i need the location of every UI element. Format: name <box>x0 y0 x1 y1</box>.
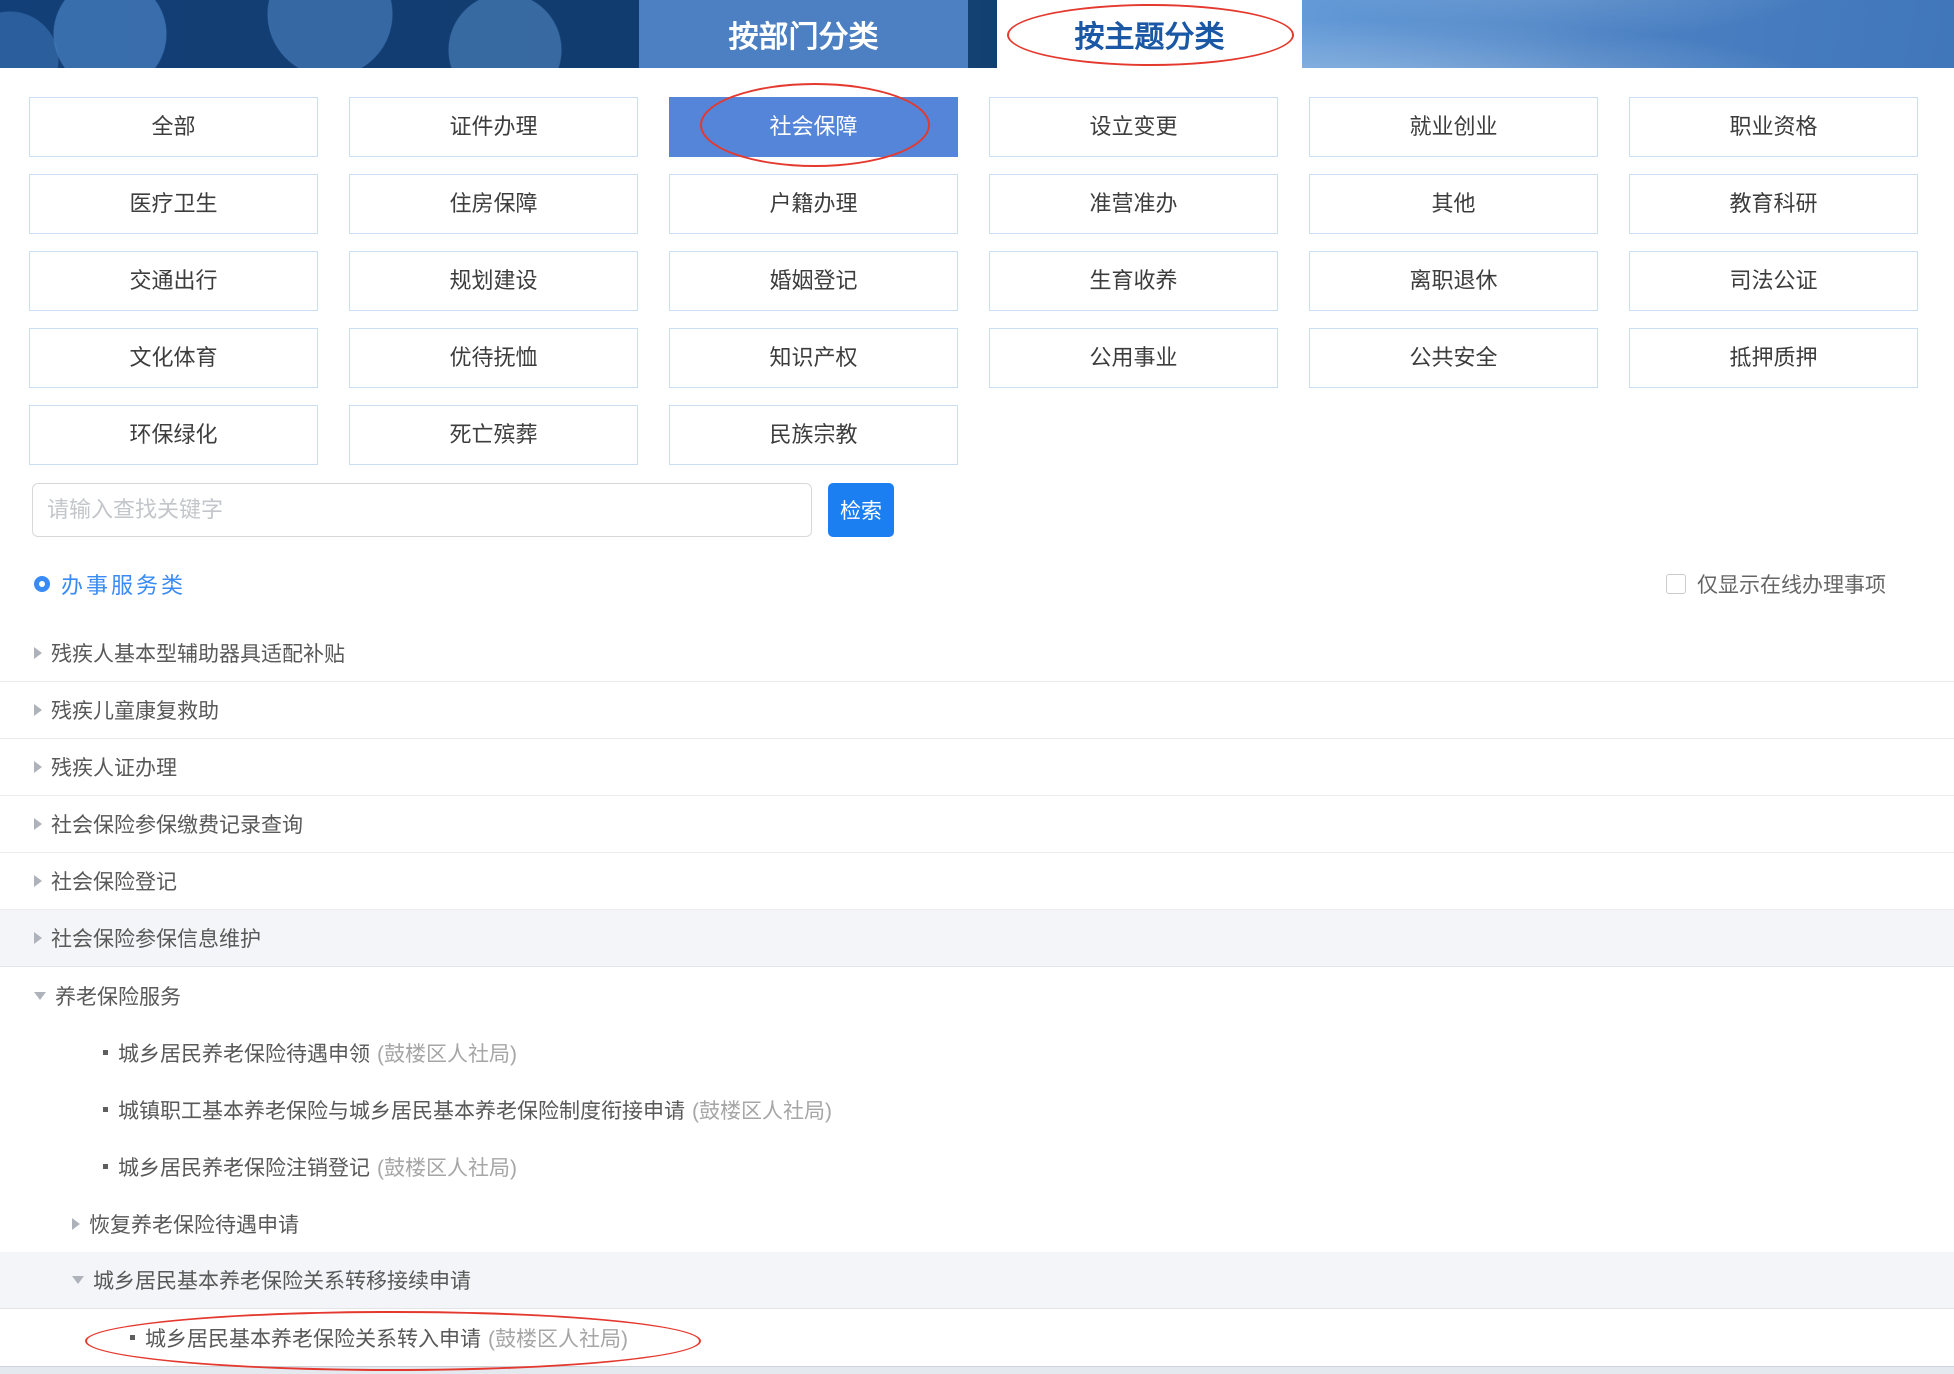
service-tree-row[interactable]: 城乡居民基本养老保险关系转入申请 (鼓楼区人社局) <box>0 1309 1954 1371</box>
service-tree-row[interactable]: 养老保险服务 <box>0 967 1954 1024</box>
category-button[interactable]: 交通出行 <box>29 251 318 311</box>
category-button[interactable]: 就业创业 <box>1309 97 1598 157</box>
tab-by-department[interactable]: 按部门分类 <box>639 0 968 68</box>
service-org-label: (鼓楼区人社局) <box>488 1327 628 1351</box>
tab-by-theme[interactable]: 按主题分类 <box>997 0 1302 68</box>
chevron-right-icon <box>34 932 42 944</box>
service-label: 残疾人基本型辅助器具适配补贴 <box>51 643 345 666</box>
online-only-filter[interactable]: 仅显示在线办理事项 <box>1666 569 1886 599</box>
category-button[interactable]: 抵押质押 <box>1629 328 1918 388</box>
category-button[interactable]: 职业资格 <box>1629 97 1918 157</box>
service-label: 城乡居民基本养老保险关系转入申请 <box>145 1327 481 1351</box>
chevron-right-icon <box>34 647 42 659</box>
online-only-checkbox[interactable] <box>1666 574 1686 594</box>
chevron-right-icon <box>72 1217 80 1230</box>
service-label: 恢复养老保险待遇申请 <box>89 1213 299 1237</box>
bullet-icon <box>103 1050 108 1055</box>
category-button[interactable]: 规划建设 <box>349 251 638 311</box>
category-button[interactable]: 公用事业 <box>989 328 1278 388</box>
category-button[interactable]: 环保绿化 <box>29 405 318 465</box>
service-label: 城镇职工基本养老保险与城乡居民基本养老保险制度衔接申请 <box>118 1099 685 1123</box>
category-button[interactable]: 全部 <box>29 97 318 157</box>
service-label: 城乡居民基本养老保险关系转移接续申请 <box>93 1270 471 1293</box>
category-button[interactable]: 死亡殡葬 <box>349 405 638 465</box>
banner-photo-left <box>0 0 640 68</box>
category-button[interactable]: 住房保障 <box>349 174 638 234</box>
service-list: 残疾人基本型辅助器具适配补贴 残疾儿童康复救助 残疾人证办理 社会保险参保缴费记… <box>0 625 1954 1371</box>
category-button[interactable]: 设立变更 <box>989 97 1278 157</box>
category-grid: 全部 证件办理 社会保障 设立变更 就业创业 职业资格医疗卫生 住房保障 户籍办理 准营准办 其他… <box>29 83 1918 465</box>
chevron-right-icon <box>34 818 42 830</box>
bullet-icon <box>103 1164 108 1169</box>
category-button[interactable]: 准营准办 <box>989 174 1278 234</box>
service-tree-row[interactable]: 残疾人证办理 <box>0 739 1954 796</box>
radio-selected-icon[interactable] <box>34 576 50 592</box>
category-button[interactable]: 生育收养 <box>989 251 1278 311</box>
banner-photo-right <box>1302 0 1954 68</box>
service-tree-row[interactable]: 残疾人基本型辅助器具适配补贴 <box>0 625 1954 682</box>
service-tree-row[interactable]: 社会保险登记 <box>0 853 1954 910</box>
category-button[interactable]: 社会保障 <box>669 83 958 167</box>
category-button[interactable]: 证件办理 <box>349 97 638 157</box>
bullet-icon <box>103 1107 108 1112</box>
tab-by-theme-label: 按主题分类 <box>1074 21 1225 54</box>
service-org-label: (鼓楼区人社局) <box>377 1156 517 1180</box>
service-type-selector[interactable]: 办事服务类 <box>34 568 186 600</box>
service-tree-row[interactable]: 残疾儿童康复救助 <box>0 682 1954 739</box>
service-tree-row[interactable]: 社会保险参保缴费记录查询 <box>0 796 1954 853</box>
service-tree-row[interactable]: 恢复养老保险待遇申请 <box>0 1195 1954 1252</box>
service-org-label: (鼓楼区人社局) <box>692 1099 832 1123</box>
category-button[interactable]: 医疗卫生 <box>29 174 318 234</box>
service-label: 残疾儿童康复救助 <box>51 700 219 723</box>
service-tree-row[interactable]: 社会保险参保信息维护 <box>0 910 1954 967</box>
service-label: 残疾人证办理 <box>51 757 177 780</box>
service-tree-row[interactable]: 城乡居民养老保险待遇申领 (鼓楼区人社局) <box>0 1024 1954 1081</box>
category-button[interactable]: 文化体育 <box>29 328 318 388</box>
chevron-right-icon <box>34 704 42 716</box>
category-button[interactable]: 婚姻登记 <box>669 251 958 311</box>
category-button[interactable]: 教育科研 <box>1629 174 1918 234</box>
service-tree-row[interactable]: 城乡居民养老保险注销登记 (鼓楼区人社局) <box>0 1138 1954 1195</box>
tab-by-department-label: 按部门分类 <box>728 21 879 54</box>
category-button[interactable]: 知识产权 <box>669 328 958 388</box>
service-label: 城乡居民养老保险待遇申领 <box>118 1042 370 1066</box>
section-row: 办事服务类 仅显示在线办理事项 <box>34 569 1886 599</box>
service-label: 养老保险服务 <box>55 985 181 1009</box>
search-button[interactable]: 检索 <box>828 483 894 537</box>
chevron-down-icon <box>72 1276 84 1284</box>
search-row: 检索 <box>32 483 1954 537</box>
category-button[interactable]: 其他 <box>1309 174 1598 234</box>
banner: 按部门分类 按主题分类 <box>0 0 1954 68</box>
chevron-right-icon <box>34 761 42 773</box>
section-title: 办事服务类 <box>61 573 187 598</box>
service-label: 社会保险参保缴费记录查询 <box>51 814 303 837</box>
bullet-icon <box>130 1335 135 1340</box>
category-button[interactable]: 离职退休 <box>1309 251 1598 311</box>
service-label: 社会保险参保信息维护 <box>51 928 261 951</box>
category-button[interactable]: 公共安全 <box>1309 328 1598 388</box>
service-label: 社会保险登记 <box>51 871 177 894</box>
service-label: 城乡居民养老保险注销登记 <box>118 1156 370 1180</box>
category-button[interactable]: 司法公证 <box>1629 251 1918 311</box>
category-button[interactable]: 优待抚恤 <box>349 328 638 388</box>
chevron-down-icon <box>34 991 46 1000</box>
online-only-label: 仅显示在线办理事项 <box>1697 574 1886 597</box>
chevron-right-icon <box>34 875 42 887</box>
category-button[interactable]: 户籍办理 <box>669 174 958 234</box>
search-input[interactable] <box>32 483 812 537</box>
service-tree-row[interactable]: 城镇职工基本养老保险与城乡居民基本养老保险制度衔接申请 (鼓楼区人社局) <box>0 1081 1954 1138</box>
category-button[interactable]: 民族宗教 <box>669 405 958 465</box>
service-tree-row[interactable]: 城乡居民基本养老保险关系转移接续申请 <box>0 1252 1954 1309</box>
service-org-label: (鼓楼区人社局) <box>377 1042 517 1066</box>
annotation-ellipse <box>700 83 930 167</box>
